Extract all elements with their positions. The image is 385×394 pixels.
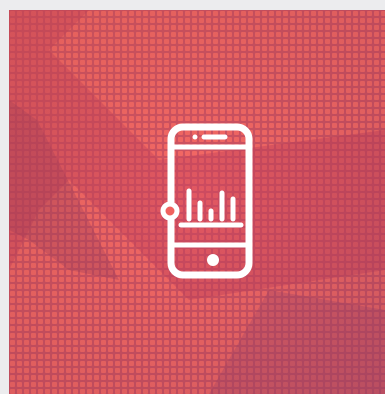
mobile-analytics-icon <box>155 123 255 283</box>
image-tile[interactable] <box>9 10 385 394</box>
page-background <box>0 0 385 394</box>
